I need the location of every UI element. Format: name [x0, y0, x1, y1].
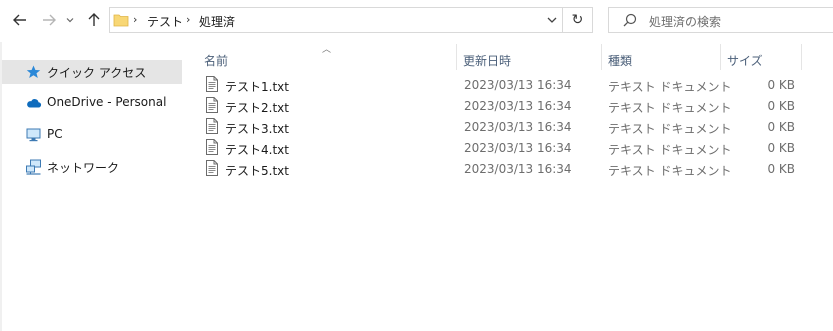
file-size: 0 KB — [767, 141, 795, 155]
arrow-up-icon — [88, 13, 100, 26]
file-modified: 2023/03/13 16:34 — [464, 99, 572, 113]
sidebar-item-pc[interactable]: PC — [0, 123, 182, 147]
search-icon — [623, 13, 637, 27]
address-bar[interactable]: › テスト › 処理済 — [109, 7, 563, 33]
text-file-icon — [205, 97, 219, 116]
column-header-label: 更新日時 — [463, 54, 512, 68]
file-modified: 2023/03/13 16:34 — [464, 141, 572, 155]
breadcrumb-item[interactable]: 処理済 — [199, 13, 235, 30]
column-header-modified[interactable]: 更新日時 — [457, 44, 601, 72]
navigation-pane: クイック アクセス OneDrive - Personal PC ネットワーク — [0, 42, 187, 331]
folder-icon — [113, 14, 129, 27]
recent-locations-button[interactable] — [62, 8, 78, 32]
search-input[interactable]: 処理済の検索 — [649, 13, 721, 30]
star-icon — [26, 65, 41, 78]
left-edge — [0, 42, 2, 331]
sidebar-item-label: クイック アクセス — [47, 66, 147, 80]
column-divider[interactable] — [801, 44, 802, 70]
column-header-label: サイズ — [727, 54, 763, 68]
column-header-name[interactable]: 名前 — [187, 44, 457, 72]
refresh-button[interactable]: ↻ — [563, 7, 593, 33]
file-row[interactable]: テスト2.txt 2023/03/13 16:34 テキスト ドキュメント 0 KB — [203, 96, 803, 117]
sidebar-item-label: PC — [47, 127, 63, 141]
file-modified: 2023/03/13 16:34 — [464, 162, 572, 176]
file-type: テキスト ドキュメント — [608, 101, 732, 115]
file-name[interactable]: テスト4.txt — [225, 141, 289, 158]
cloud-icon — [27, 99, 42, 108]
search-box[interactable]: 処理済の検索 — [608, 7, 833, 33]
refresh-icon: ↻ — [571, 12, 584, 28]
back-button[interactable] — [8, 8, 32, 32]
text-file-icon — [205, 160, 219, 179]
file-row[interactable]: テスト4.txt 2023/03/13 16:34 テキスト ドキュメント 0 KB — [203, 138, 803, 159]
computer-icon — [26, 128, 41, 142]
breadcrumb-separator: › — [186, 13, 191, 26]
sidebar-item-label: ネットワーク — [47, 161, 120, 175]
file-name[interactable]: テスト3.txt — [225, 120, 289, 137]
chevron-down-icon — [66, 18, 74, 23]
chevron-down-icon[interactable] — [546, 14, 558, 26]
column-header-size[interactable]: サイズ — [721, 44, 801, 72]
file-row[interactable]: テスト1.txt 2023/03/13 16:34 テキスト ドキュメント 0 KB — [203, 75, 803, 96]
file-name[interactable]: テスト5.txt — [225, 162, 289, 179]
file-modified: 2023/03/13 16:34 — [464, 120, 572, 134]
file-name[interactable]: テスト1.txt — [225, 78, 289, 95]
forward-button[interactable] — [37, 8, 61, 32]
file-type: テキスト ドキュメント — [608, 80, 732, 94]
text-file-icon — [205, 76, 219, 95]
arrow-right-icon — [43, 14, 56, 26]
file-size: 0 KB — [767, 162, 795, 176]
toolbar: › テスト › 処理済 ↻ 処理済の検索 — [0, 0, 833, 42]
file-row[interactable]: テスト5.txt 2023/03/13 16:34 テキスト ドキュメント 0 KB — [203, 159, 803, 180]
sidebar-item-network[interactable]: ネットワーク — [0, 155, 182, 179]
file-size: 0 KB — [767, 120, 795, 134]
file-size: 0 KB — [767, 99, 795, 113]
text-file-icon — [205, 118, 219, 137]
column-header-label: 名前 — [204, 54, 229, 68]
sidebar-item-label: OneDrive - Personal — [47, 95, 167, 109]
file-type: テキスト ドキュメント — [608, 143, 732, 157]
file-row[interactable]: テスト3.txt 2023/03/13 16:34 テキスト ドキュメント 0 KB — [203, 117, 803, 138]
column-header-type[interactable]: 種類 — [602, 44, 720, 72]
sidebar-item-quick-access[interactable]: クイック アクセス — [0, 60, 182, 84]
text-file-icon — [205, 139, 219, 158]
breadcrumb-separator: › — [133, 13, 138, 26]
sidebar-item-onedrive[interactable]: OneDrive - Personal — [0, 91, 182, 115]
arrow-left-icon — [13, 14, 26, 26]
breadcrumb-item[interactable]: テスト — [147, 13, 183, 30]
file-name[interactable]: テスト2.txt — [225, 99, 289, 116]
column-header-label: 種類 — [608, 54, 633, 68]
file-type: テキスト ドキュメント — [608, 164, 732, 178]
file-modified: 2023/03/13 16:34 — [464, 78, 572, 92]
network-icon — [26, 159, 41, 175]
up-button[interactable] — [82, 8, 106, 32]
file-type: テキスト ドキュメント — [608, 122, 732, 136]
file-size: 0 KB — [767, 78, 795, 92]
file-list: ︿ 名前 更新日時 種類 サイズ テスト1.txt 2023/03/13 16:3… — [187, 42, 833, 331]
